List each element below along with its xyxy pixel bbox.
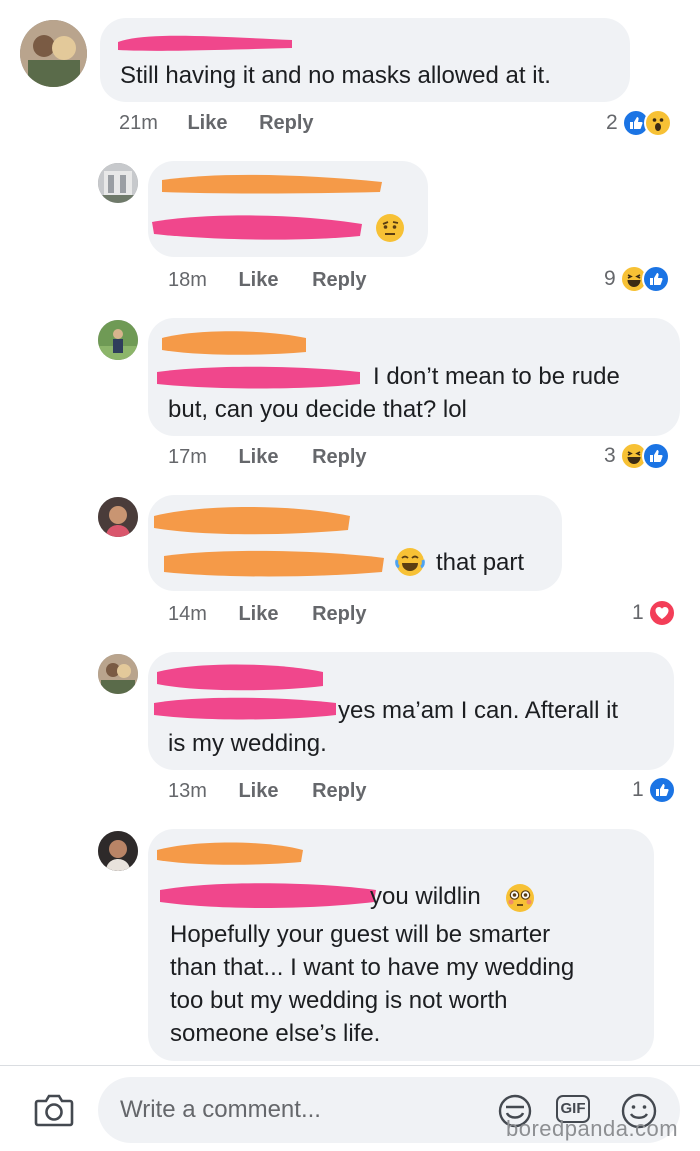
avatar[interactable] bbox=[98, 163, 138, 203]
name-redaction bbox=[162, 174, 382, 194]
watermark: boredpanda.com bbox=[506, 1116, 679, 1141]
name-redaction bbox=[164, 550, 384, 577]
name-redaction bbox=[160, 883, 376, 908]
comment-text: too but my wedding is not worth bbox=[170, 987, 508, 1014]
text-redaction bbox=[152, 215, 362, 240]
reply-link[interactable]: Reply bbox=[312, 269, 366, 291]
like-link[interactable]: Like bbox=[238, 269, 278, 291]
like-link[interactable]: Like bbox=[238, 446, 278, 468]
reaction-summary[interactable]: 1 bbox=[632, 599, 676, 627]
tears-of-joy-emoji-icon bbox=[395, 548, 425, 576]
comment-text: but, can you decide that? lol bbox=[168, 396, 467, 423]
comment-text: someone else’s life. bbox=[170, 1020, 381, 1047]
wow-reaction-icon bbox=[643, 109, 672, 137]
name-redaction bbox=[157, 366, 360, 389]
comment-text: is my wedding. bbox=[168, 730, 327, 757]
reaction-count: 1 bbox=[632, 601, 644, 624]
comment-text: you wildlin bbox=[370, 883, 481, 910]
avatar[interactable] bbox=[20, 20, 87, 87]
comment-time: 17m bbox=[168, 446, 207, 468]
name-redaction bbox=[154, 507, 350, 535]
like-link[interactable]: Like bbox=[238, 780, 278, 802]
comment-text: yes ma’am I can. Afterall it bbox=[338, 697, 619, 724]
like-reaction-icon bbox=[641, 442, 670, 470]
avatar[interactable] bbox=[98, 497, 138, 537]
comment-time: 21m bbox=[119, 112, 158, 134]
name-redaction bbox=[118, 35, 292, 51]
comment-meta: 18m Like Reply bbox=[168, 269, 367, 292]
reply-link[interactable]: Reply bbox=[312, 446, 366, 468]
reaction-summary[interactable]: 9 bbox=[604, 265, 670, 293]
name-redaction bbox=[162, 331, 306, 355]
name-redaction bbox=[154, 697, 336, 720]
comment-time: 14m bbox=[168, 603, 207, 625]
raised-eyebrow-emoji-icon bbox=[376, 214, 404, 242]
like-link[interactable]: Like bbox=[187, 112, 227, 134]
reply-link[interactable]: Reply bbox=[312, 780, 366, 802]
like-link[interactable]: Like bbox=[238, 603, 278, 625]
like-reaction-icon bbox=[641, 265, 670, 293]
comment-text: Hopefully your guest will be smarter bbox=[170, 921, 551, 948]
camera-icon[interactable] bbox=[34, 1093, 74, 1127]
reply-link[interactable]: Reply bbox=[312, 603, 366, 625]
reaction-summary[interactable]: 1 bbox=[632, 776, 676, 804]
flushed-emoji-icon bbox=[506, 884, 534, 912]
reaction-count: 3 bbox=[604, 444, 616, 467]
like-reaction-icon bbox=[647, 776, 676, 804]
reaction-summary[interactable]: 3 bbox=[604, 442, 670, 470]
avatar[interactable] bbox=[98, 320, 138, 360]
avatar[interactable] bbox=[98, 831, 138, 871]
comment-text: Still having it and no masks allowed at … bbox=[120, 62, 551, 89]
reaction-count: 2 bbox=[606, 111, 618, 134]
comment-meta: 21m Like Reply bbox=[119, 112, 314, 135]
comment-time: 13m bbox=[168, 780, 207, 802]
gif-label: GIF bbox=[560, 1100, 586, 1117]
reply-link[interactable]: Reply bbox=[259, 112, 313, 134]
comment-text: that part bbox=[436, 549, 525, 576]
comment-meta: 13m Like Reply bbox=[168, 780, 367, 803]
name-redaction bbox=[157, 842, 303, 865]
comment-text: than that... I want to have my wedding bbox=[170, 954, 575, 981]
comment-meta: 17m Like Reply bbox=[168, 446, 367, 469]
name-redaction bbox=[157, 664, 323, 691]
reaction-count: 9 bbox=[604, 267, 616, 290]
reaction-count: 1 bbox=[632, 778, 644, 801]
comment-text: I don’t mean to be rude bbox=[373, 363, 620, 390]
comment-time: 18m bbox=[168, 269, 207, 291]
comment-meta: 14m Like Reply bbox=[168, 603, 367, 626]
reaction-summary[interactable]: 2 bbox=[606, 109, 672, 137]
comment-placeholder: Write a comment... bbox=[120, 1096, 321, 1123]
love-reaction-icon bbox=[647, 599, 676, 627]
avatar[interactable] bbox=[98, 654, 138, 694]
